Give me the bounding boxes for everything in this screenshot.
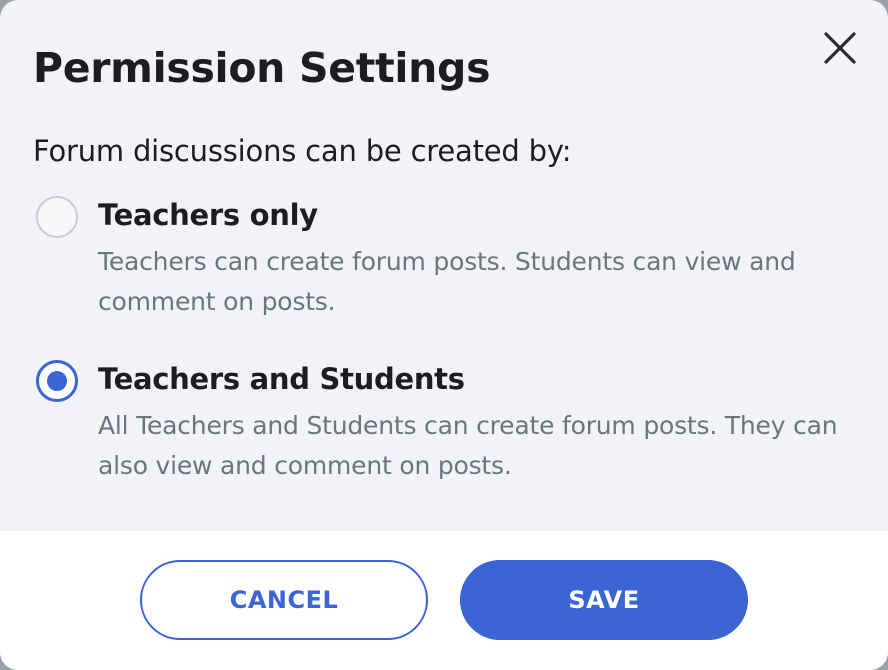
radio-teachers-only[interactable] — [36, 196, 78, 238]
option-description: All Teachers and Students can create for… — [98, 411, 838, 480]
option-label: Teachers and Students — [98, 362, 465, 396]
save-button[interactable]: SAVE — [460, 560, 748, 640]
cancel-button[interactable]: CANCEL — [140, 560, 428, 640]
permission-settings-dialog: Permission Settings Forum discussions ca… — [0, 0, 888, 670]
permission-prompt: Forum discussions can be created by: — [33, 134, 572, 168]
radio-teachers-and-students[interactable] — [36, 360, 78, 402]
close-icon[interactable] — [820, 28, 860, 68]
close-icon-glyph — [824, 32, 856, 64]
dialog-title: Permission Settings — [33, 44, 491, 92]
option-label: Teachers only — [98, 198, 318, 232]
option-description: Teachers can create forum posts. Student… — [98, 247, 796, 316]
radio-selected-dot — [47, 371, 67, 391]
dialog-footer: CANCEL SAVE — [0, 531, 888, 670]
